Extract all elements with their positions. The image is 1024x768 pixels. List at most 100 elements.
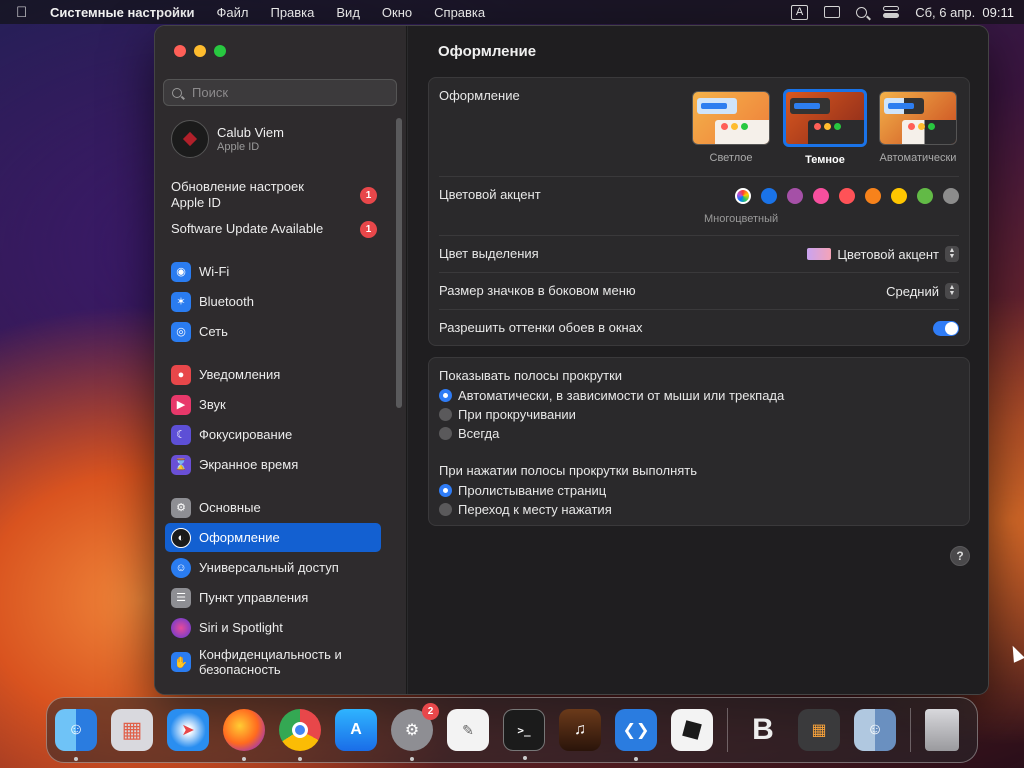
textedit-icon[interactable]: ✎ [447, 709, 489, 751]
sidebar-item-bluetooth[interactable]: ✶ Bluetooth [165, 287, 381, 316]
search-input[interactable] [192, 85, 382, 100]
radio-scroll-always[interactable]: Всегда [439, 426, 499, 441]
profile-subtitle: Apple ID [217, 141, 260, 153]
hourglass-icon: ⌛ [171, 454, 191, 475]
terminal-icon[interactable]: >_ [503, 709, 545, 760]
menu-view[interactable]: Вид [336, 5, 360, 20]
accent-graphite[interactable] [943, 188, 959, 204]
search-field[interactable] [163, 79, 397, 106]
finder-folder-icon[interactable]: ☺ [854, 709, 896, 751]
sidebar-item-control-center[interactable]: ☰ Пункт управления [165, 583, 381, 612]
accent-multicolor[interactable] [735, 188, 751, 204]
menu-app-name[interactable]: Системные настройки [50, 5, 195, 20]
accent-orange[interactable] [865, 188, 881, 204]
sidebar-item-label: Экранное время [199, 457, 299, 472]
menu-help[interactable]: Справка [434, 5, 485, 20]
accent-blue[interactable] [761, 188, 777, 204]
trash-icon[interactable] [925, 709, 959, 751]
tinting-toggle[interactable] [933, 321, 959, 336]
window-controls [174, 45, 226, 57]
minimize-button[interactable] [194, 45, 206, 57]
icon-size-select[interactable]: Средний ▲ ▼ [886, 283, 959, 299]
theme-auto[interactable]: Автоматически [879, 91, 957, 164]
radio-scroll-auto[interactable]: Автоматически, в зависимости от мыши или… [439, 388, 784, 403]
theme-dark-preview [783, 89, 867, 147]
apple-icon[interactable]:  [16, 4, 36, 21]
divider [439, 272, 959, 273]
radio-button[interactable] [439, 503, 452, 516]
launchpad-icon[interactable]: ▦ [111, 709, 153, 751]
sidebar-item-sound[interactable]: ▶ Звук [165, 390, 381, 419]
calculator-icon[interactable]: ▦ [798, 709, 840, 751]
radio-scroll-when-scrolling[interactable]: При прокручивании [439, 407, 576, 422]
zoom-button[interactable] [214, 45, 226, 57]
menu-window[interactable]: Окно [382, 5, 412, 20]
moon-icon: ☾ [171, 424, 191, 445]
software-update-item[interactable]: Software Update Available 1 [171, 221, 391, 238]
control-center-icon[interactable] [883, 6, 900, 18]
accent-pink[interactable] [813, 188, 829, 204]
accessibility-icon: ☺ [171, 557, 191, 578]
menu-edit[interactable]: Правка [270, 5, 314, 20]
vscode-icon[interactable]: ❮❯ [615, 709, 657, 761]
page-title: Оформление [438, 43, 537, 60]
theme-dark[interactable]: Темное [783, 89, 867, 166]
profile-name: Calub Viem [217, 125, 284, 140]
garageband-icon[interactable]: ♫ [559, 709, 601, 751]
sidebar-item-notifications[interactable]: ● Уведомления [165, 360, 381, 389]
accent-yellow[interactable] [891, 188, 907, 204]
sidebar-item-label: Уведомления [199, 367, 281, 382]
update-apple-id-item[interactable]: Обновление настроек Apple ID 1 [171, 179, 391, 211]
firefox-icon[interactable] [223, 709, 265, 761]
radio-jump-to-spot[interactable]: Переход к месту нажатия [439, 502, 612, 517]
theme-dark-label: Темное [805, 154, 845, 166]
globe-icon: ◎ [171, 321, 191, 342]
sidebar-item-screen-time[interactable]: ⌛ Экранное время [165, 450, 381, 479]
apple-id-profile[interactable]: Calub Viem Apple ID [171, 120, 284, 158]
roblox-icon[interactable] [671, 709, 713, 751]
radio-label: При прокручивании [458, 407, 576, 422]
accent-purple[interactable] [787, 188, 803, 204]
safari-icon[interactable]: ➤ [167, 709, 209, 751]
sidebar-item-appearance[interactable]: ◐ Оформление [165, 523, 381, 552]
spotlight-icon[interactable] [856, 6, 868, 18]
radio-label: Пролистывание страниц [458, 483, 607, 498]
radio-button[interactable] [439, 484, 452, 497]
highlight-select[interactable]: Цветовой акцент ▲ ▼ [807, 246, 959, 262]
click-scroll-header: При нажатии полосы прокрутки выполнять [429, 463, 969, 478]
accent-caption: Многоцветный [704, 213, 779, 225]
stage-manager-icon[interactable] [824, 6, 841, 18]
theme-auto-preview [879, 91, 957, 145]
content-pane: Оформление Оформление Светлое Темное Авт… [408, 26, 988, 694]
help-button[interactable]: ? [950, 546, 970, 566]
sidebar-item-accessibility[interactable]: ☺ Универсальный доступ [165, 553, 381, 582]
app-store-icon[interactable]: A [335, 709, 377, 751]
sidebar-item-privacy[interactable]: ✋ Конфиденциальность и безопасность [165, 644, 381, 680]
radio-button[interactable] [439, 389, 452, 402]
input-source-indicator[interactable]: A [790, 4, 809, 20]
menu-datetime[interactable]: Сб, 6 апр. 09:11 [915, 5, 1014, 20]
accent-red[interactable] [839, 188, 855, 204]
theme-light[interactable]: Светлое [692, 91, 770, 164]
scrollbars-label: Показывать полосы прокрутки [439, 368, 623, 383]
hand-icon: ✋ [171, 652, 191, 672]
sidebar-item-siri[interactable]: Siri и Spotlight [165, 613, 381, 642]
close-button[interactable] [174, 45, 186, 57]
sidebar-item-general[interactable]: ⚙ Основные [165, 493, 381, 522]
accent-green[interactable] [917, 188, 933, 204]
sidebar-item-network[interactable]: ◎ Сеть [165, 317, 381, 346]
system-settings-icon[interactable]: ⚙ 2 [391, 703, 439, 761]
notification-badge: 1 [360, 187, 377, 204]
sidebar-item-focus[interactable]: ☾ Фокусирование [165, 420, 381, 449]
sidebar-item-wifi[interactable]: ◉ Wi-Fi [165, 257, 381, 286]
chrome-icon[interactable] [279, 709, 321, 761]
menu-file[interactable]: Файл [217, 5, 249, 20]
highlight-swatch [807, 248, 832, 260]
radio-button[interactable] [439, 408, 452, 421]
bbedit-icon[interactable]: B [742, 709, 784, 751]
finder-icon[interactable]: ☺ [55, 709, 97, 761]
sidebar-scrollbar[interactable] [396, 118, 402, 408]
radio-jump-next-page[interactable]: Пролистывание страниц [439, 483, 606, 498]
radio-button[interactable] [439, 427, 452, 440]
radio-label: Всегда [458, 426, 500, 441]
